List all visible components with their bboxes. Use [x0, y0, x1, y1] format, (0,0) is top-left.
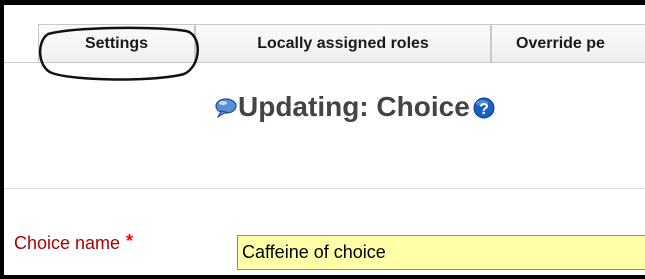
choice-name-label: Choice name: [14, 233, 121, 253]
tab-locally-assigned-roles-label: Locally assigned roles: [257, 35, 429, 52]
svg-text:?: ?: [479, 101, 489, 118]
speech-bubble-icon[interactable]: [214, 94, 238, 120]
page-title: Updating: Choice: [238, 91, 470, 122]
required-marker: *: [126, 231, 134, 251]
tab-settings[interactable]: Settings: [38, 24, 195, 62]
choice-name-input[interactable]: [237, 235, 645, 270]
section-divider: [4, 188, 645, 189]
tab-override-permissions-label: Override pe: [516, 35, 605, 52]
tab-bar: Settings Locally assigned roles Override…: [14, 24, 645, 62]
help-icon[interactable]: ?: [472, 94, 496, 120]
tab-locally-assigned-roles[interactable]: Locally assigned roles: [195, 24, 491, 62]
tab-bar-divider: [4, 62, 645, 63]
tab-override-permissions[interactable]: Override pe: [491, 24, 645, 62]
window-frame: Settings Locally assigned roles Override…: [0, 0, 645, 279]
page-heading: Updating: Choice ?: [214, 87, 496, 127]
tab-settings-label: Settings: [84, 35, 149, 52]
